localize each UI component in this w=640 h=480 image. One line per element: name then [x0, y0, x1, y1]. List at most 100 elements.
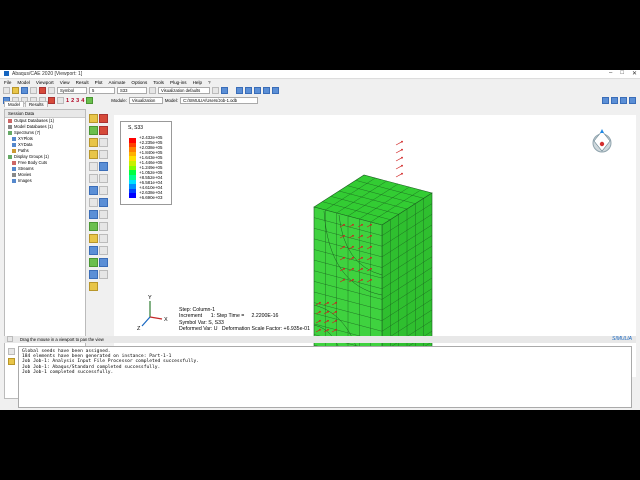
first-frame-icon[interactable] — [236, 87, 243, 94]
free-body-cut-icon[interactable] — [89, 222, 98, 231]
view-cut-icon[interactable] — [89, 210, 98, 219]
stream-icon[interactable] — [99, 222, 108, 231]
menu-whats-this[interactable]: ? — [208, 80, 211, 85]
load-arrowhead — [401, 140, 403, 143]
allow-multiple-plot-states-icon[interactable] — [99, 138, 108, 147]
menu-options[interactable]: Options — [131, 80, 147, 85]
tab-model[interactable]: Model — [4, 101, 24, 107]
app-icon — [4, 71, 9, 76]
view-1-button[interactable]: 1 — [66, 98, 69, 104]
module-select[interactable]: Visualization — [128, 97, 163, 104]
load-arrow — [395, 173, 403, 178]
viewport-first-icon[interactable] — [602, 97, 610, 104]
python-console-icon[interactable] — [8, 358, 15, 365]
menu-animate[interactable]: Animate — [109, 80, 126, 85]
render-style-select[interactable]: Symbol — [57, 87, 87, 94]
superimpose-icon[interactable] — [99, 270, 108, 279]
maximize-button[interactable]: □ — [620, 70, 624, 77]
viewport-prev-icon[interactable] — [611, 97, 619, 104]
last-frame-icon[interactable] — [272, 87, 279, 94]
load-arrowhead — [401, 172, 403, 175]
new-file-icon[interactable] — [3, 87, 10, 94]
simulia-logo: SIMULIA — [611, 336, 632, 342]
query-icon[interactable] — [221, 87, 228, 94]
cycle-views-icon[interactable] — [48, 97, 55, 104]
minimize-button[interactable]: – — [609, 70, 612, 77]
field-output-select[interactable]: S33 — [117, 87, 147, 94]
plot-undeformed-icon[interactable] — [89, 114, 98, 123]
view-4-button[interactable]: 4 — [81, 98, 84, 104]
open-folder-icon[interactable] — [12, 87, 19, 94]
tab-results[interactable]: Results — [24, 101, 48, 107]
save-icon[interactable] — [21, 87, 28, 94]
tree-item-images[interactable]: Images — [5, 178, 85, 184]
prompt-bar: Drag the mouse in a viewport to pan the … — [4, 336, 636, 343]
odb-icon[interactable] — [39, 87, 46, 94]
translucency-icon[interactable] — [99, 258, 108, 267]
viewport-info: Step: Column-1 Increment 1: Step Time = 2… — [179, 307, 310, 332]
overlay-plot-icon[interactable] — [89, 270, 98, 279]
play-icon[interactable] — [254, 87, 261, 94]
visualization-defaults-select[interactable]: Visualization defaults — [158, 87, 210, 94]
viewport-last-icon[interactable] — [629, 97, 637, 104]
menu-viewport[interactable]: Viewport — [36, 80, 54, 85]
menu-tools[interactable]: Tools — [153, 80, 164, 85]
load-arrowhead — [343, 267, 345, 270]
query-tool-icon[interactable] — [89, 282, 98, 291]
cancel-prompt-icon[interactable] — [7, 336, 13, 342]
print-icon[interactable] — [30, 87, 37, 94]
model-label: Model: — [164, 98, 179, 103]
deformed-var-text: Deformed Var: U Deformation Scale Factor… — [179, 325, 310, 332]
load-arrow — [395, 141, 403, 146]
window-title: Abaqus/CAE 2020 [Viewport: 1] — [12, 71, 83, 77]
close-button[interactable]: ✕ — [632, 70, 637, 77]
frame-select[interactable]: 5 — [89, 87, 115, 94]
load-arrowhead — [370, 223, 372, 226]
menu-view[interactable]: View — [60, 80, 70, 85]
query-probe-icon[interactable] — [89, 198, 98, 207]
next-frame-icon[interactable] — [263, 87, 270, 94]
options-icon[interactable] — [212, 87, 219, 94]
color-code-icon[interactable] — [99, 246, 108, 255]
menu-model[interactable]: Model — [17, 80, 30, 85]
remove-selected-icon[interactable] — [99, 234, 108, 243]
load-arrowhead — [319, 319, 321, 322]
menu-result[interactable]: Result — [76, 80, 89, 85]
previous-frame-icon[interactable] — [245, 87, 252, 94]
menu-plugins[interactable]: Plug-ins — [170, 80, 187, 85]
animation-options-icon[interactable] — [89, 162, 98, 171]
display-group-tool-icon[interactable] — [89, 234, 98, 243]
message-area-icon[interactable] — [8, 348, 15, 355]
render-style-icon[interactable] — [48, 87, 55, 94]
field-settings-icon[interactable] — [149, 87, 156, 94]
mesh-display-icon[interactable] — [89, 258, 98, 267]
iso-view-icon[interactable] — [57, 97, 64, 104]
plot-material-orientations-icon[interactable] — [89, 138, 98, 147]
create-path-icon[interactable] — [99, 198, 108, 207]
animate-scale-factor-icon[interactable] — [89, 150, 98, 159]
xy-data-icon[interactable] — [89, 186, 98, 195]
view-3-button[interactable]: 3 — [76, 98, 79, 104]
xy-plot-icon[interactable] — [99, 186, 108, 195]
plot-symbols-icon[interactable] — [99, 126, 108, 135]
menu-help[interactable]: Help — [193, 80, 202, 85]
contour-options-icon[interactable] — [99, 162, 108, 171]
load-arrowhead — [361, 245, 363, 248]
plot-deformed-icon[interactable] — [99, 114, 108, 123]
display-group-icon[interactable] — [86, 97, 94, 104]
menu-plot[interactable]: Plot — [95, 80, 103, 85]
view-2-button[interactable]: 2 — [71, 98, 74, 104]
plot-contours-icon[interactable] — [89, 126, 98, 135]
view-manipulator-icon[interactable] — [592, 129, 612, 153]
activate-view-cut-icon[interactable] — [99, 210, 108, 219]
menu-file[interactable]: File — [4, 80, 11, 85]
message-area: Global seeds have been assigned. 184 ele… — [18, 346, 632, 408]
model-select[interactable]: C:/SIMULIA/Users/Job-1.odb — [180, 97, 259, 104]
symbol-options-icon[interactable] — [89, 174, 98, 183]
viewport-next-icon[interactable] — [620, 97, 628, 104]
load-arrowhead — [327, 301, 329, 304]
common-options-icon[interactable] — [99, 174, 108, 183]
animate-time-history-icon[interactable] — [99, 150, 108, 159]
replace-all-icon[interactable] — [89, 246, 98, 255]
load-arrowhead — [361, 278, 363, 281]
